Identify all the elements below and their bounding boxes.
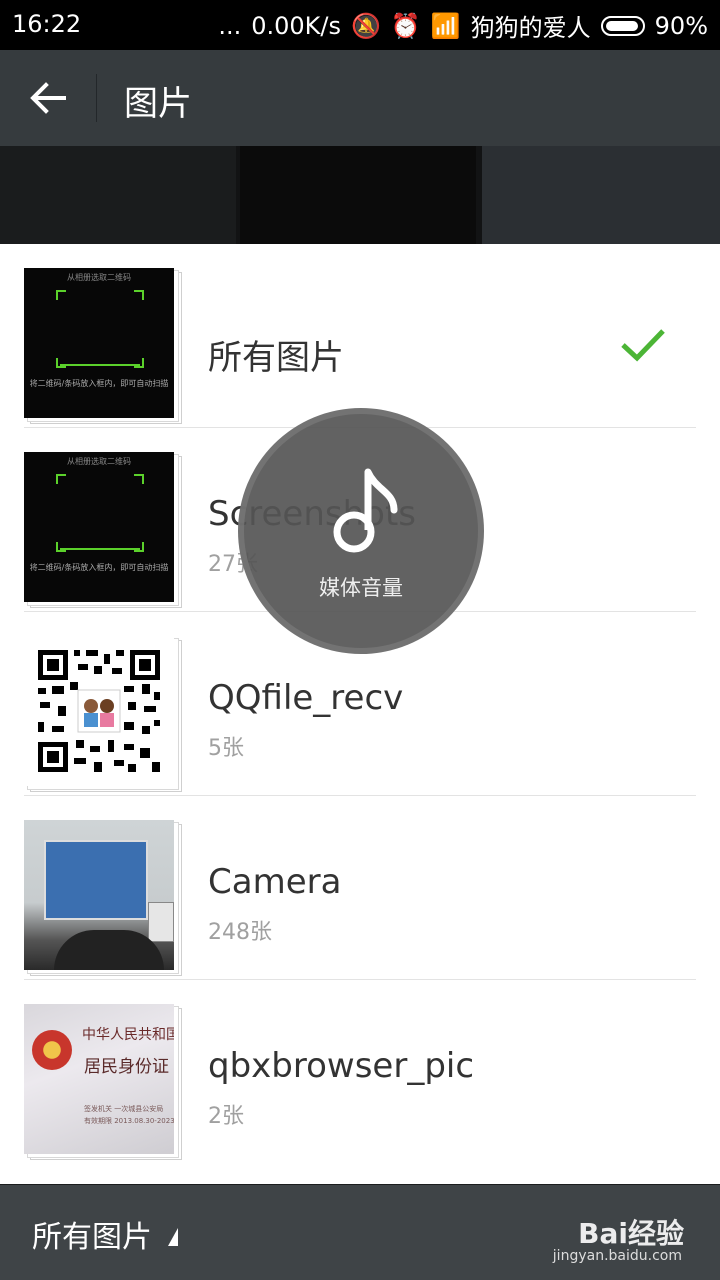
media-volume-overlay: 媒体音量 <box>238 408 484 654</box>
album-count: 5张 <box>208 736 244 761</box>
scan-hint: 将二维码/条码放入框内，即可自动扫描 <box>29 379 169 388</box>
camera-photo-thumb <box>24 820 174 970</box>
album-name: 所有图片 <box>208 338 344 378</box>
scan-caption: 从相册选取二维码 <box>67 273 131 282</box>
title-bar: 图片 <box>0 50 720 146</box>
status-time: 16:22 <box>12 10 82 38</box>
album-thumbnail <box>24 820 182 978</box>
dropdown-triangle-icon[interactable] <box>168 1228 178 1246</box>
album-name: Camera <box>208 862 342 902</box>
album-thumbnail <box>24 636 182 794</box>
album-row-all[interactable]: 从相册选取二维码 将二维码/条码放入框内，即可自动扫描 所有图片 <box>0 244 720 428</box>
album-row-camera[interactable]: Camera 248张 <box>0 796 720 980</box>
status-dots: ... <box>218 11 242 40</box>
scan-screenshot-thumb: 从相册选取二维码 将二维码/条码放入框内，即可自动扫描 <box>24 452 174 602</box>
scan-hint: 将二维码/条码放入框内，即可自动扫描 <box>29 563 169 572</box>
scan-caption: 从相册选取二维码 <box>67 457 131 466</box>
album-count: 248张 <box>208 920 272 945</box>
id-card-line: 有效期限 2013.08.30-2023.08.30 <box>84 1117 174 1125</box>
page-title: 图片 <box>124 84 192 124</box>
music-note-icon <box>333 468 398 553</box>
background-tile <box>482 146 720 244</box>
album-thumbnail: 从相册选取二维码 将二维码/条码放入框内，即可自动扫描 <box>24 268 182 426</box>
album-row-qbxbrowser-pic[interactable]: 中华人民共和国 居民身份证 签发机关 一次城县公安局 有效期限 2013.08.… <box>0 980 720 1164</box>
baidu-watermark-logo: Bai经验 <box>578 1217 684 1250</box>
wifi-icon: 📶 <box>430 11 461 40</box>
album-filter-button[interactable]: 所有图片 <box>32 1212 152 1256</box>
album-picker-sheet: 从相册选取二维码 将二维码/条码放入框内，即可自动扫描 所有图片 从相册选取二维… <box>0 244 720 1184</box>
back-arrow-icon[interactable] <box>28 78 68 118</box>
background-tile <box>240 146 476 244</box>
volume-label: 媒体音量 <box>319 576 403 600</box>
id-card-line: 居民身份证 <box>84 1057 169 1077</box>
qr-code-thumb <box>24 636 174 786</box>
id-card-photo-thumb: 中华人民共和国 居民身份证 签发机关 一次城县公安局 有效期限 2013.08.… <box>24 1004 174 1154</box>
title-divider <box>96 74 97 122</box>
album-name: QQfile_recv <box>208 678 404 718</box>
id-card-line: 中华人民共和国 <box>82 1027 174 1043</box>
album-count: 2张 <box>208 1104 244 1129</box>
network-speed: 0.00K/s <box>251 11 341 40</box>
status-icons: ... 0.00K/s 🔕 ⏰ 📶 狗狗的爱人 90% <box>218 8 708 43</box>
projector-screen-image <box>44 840 148 920</box>
national-emblem-icon <box>32 1030 72 1070</box>
battery-level: 90% <box>654 11 708 40</box>
album-name: qbxbrowser_pic <box>208 1046 475 1086</box>
status-bar: 16:22 ... 0.00K/s 🔕 ⏰ 📶 狗狗的爱人 90% <box>0 0 720 50</box>
album-thumbnail: 中华人民共和国 居民身份证 签发机关 一次城县公安局 有效期限 2013.08.… <box>24 1004 182 1162</box>
battery-icon <box>600 15 645 36</box>
background-tile <box>0 146 236 244</box>
scan-screenshot-thumb: 从相册选取二维码 将二维码/条码放入框内，即可自动扫描 <box>24 268 174 418</box>
album-thumbnail: 从相册选取二维码 将二维码/条码放入框内，即可自动扫描 <box>24 452 182 610</box>
qr-code-icon <box>38 650 160 772</box>
alarm-icon: ⏰ <box>390 11 421 40</box>
selected-check-icon <box>621 329 665 362</box>
id-card-line: 签发机关 一次城县公安局 <box>84 1105 164 1113</box>
carrier-name: 狗狗的爱人 <box>470 14 591 42</box>
baidu-watermark-url: jingyan.baidu.com <box>552 1248 682 1264</box>
mute-bell-icon: 🔕 <box>350 11 381 40</box>
